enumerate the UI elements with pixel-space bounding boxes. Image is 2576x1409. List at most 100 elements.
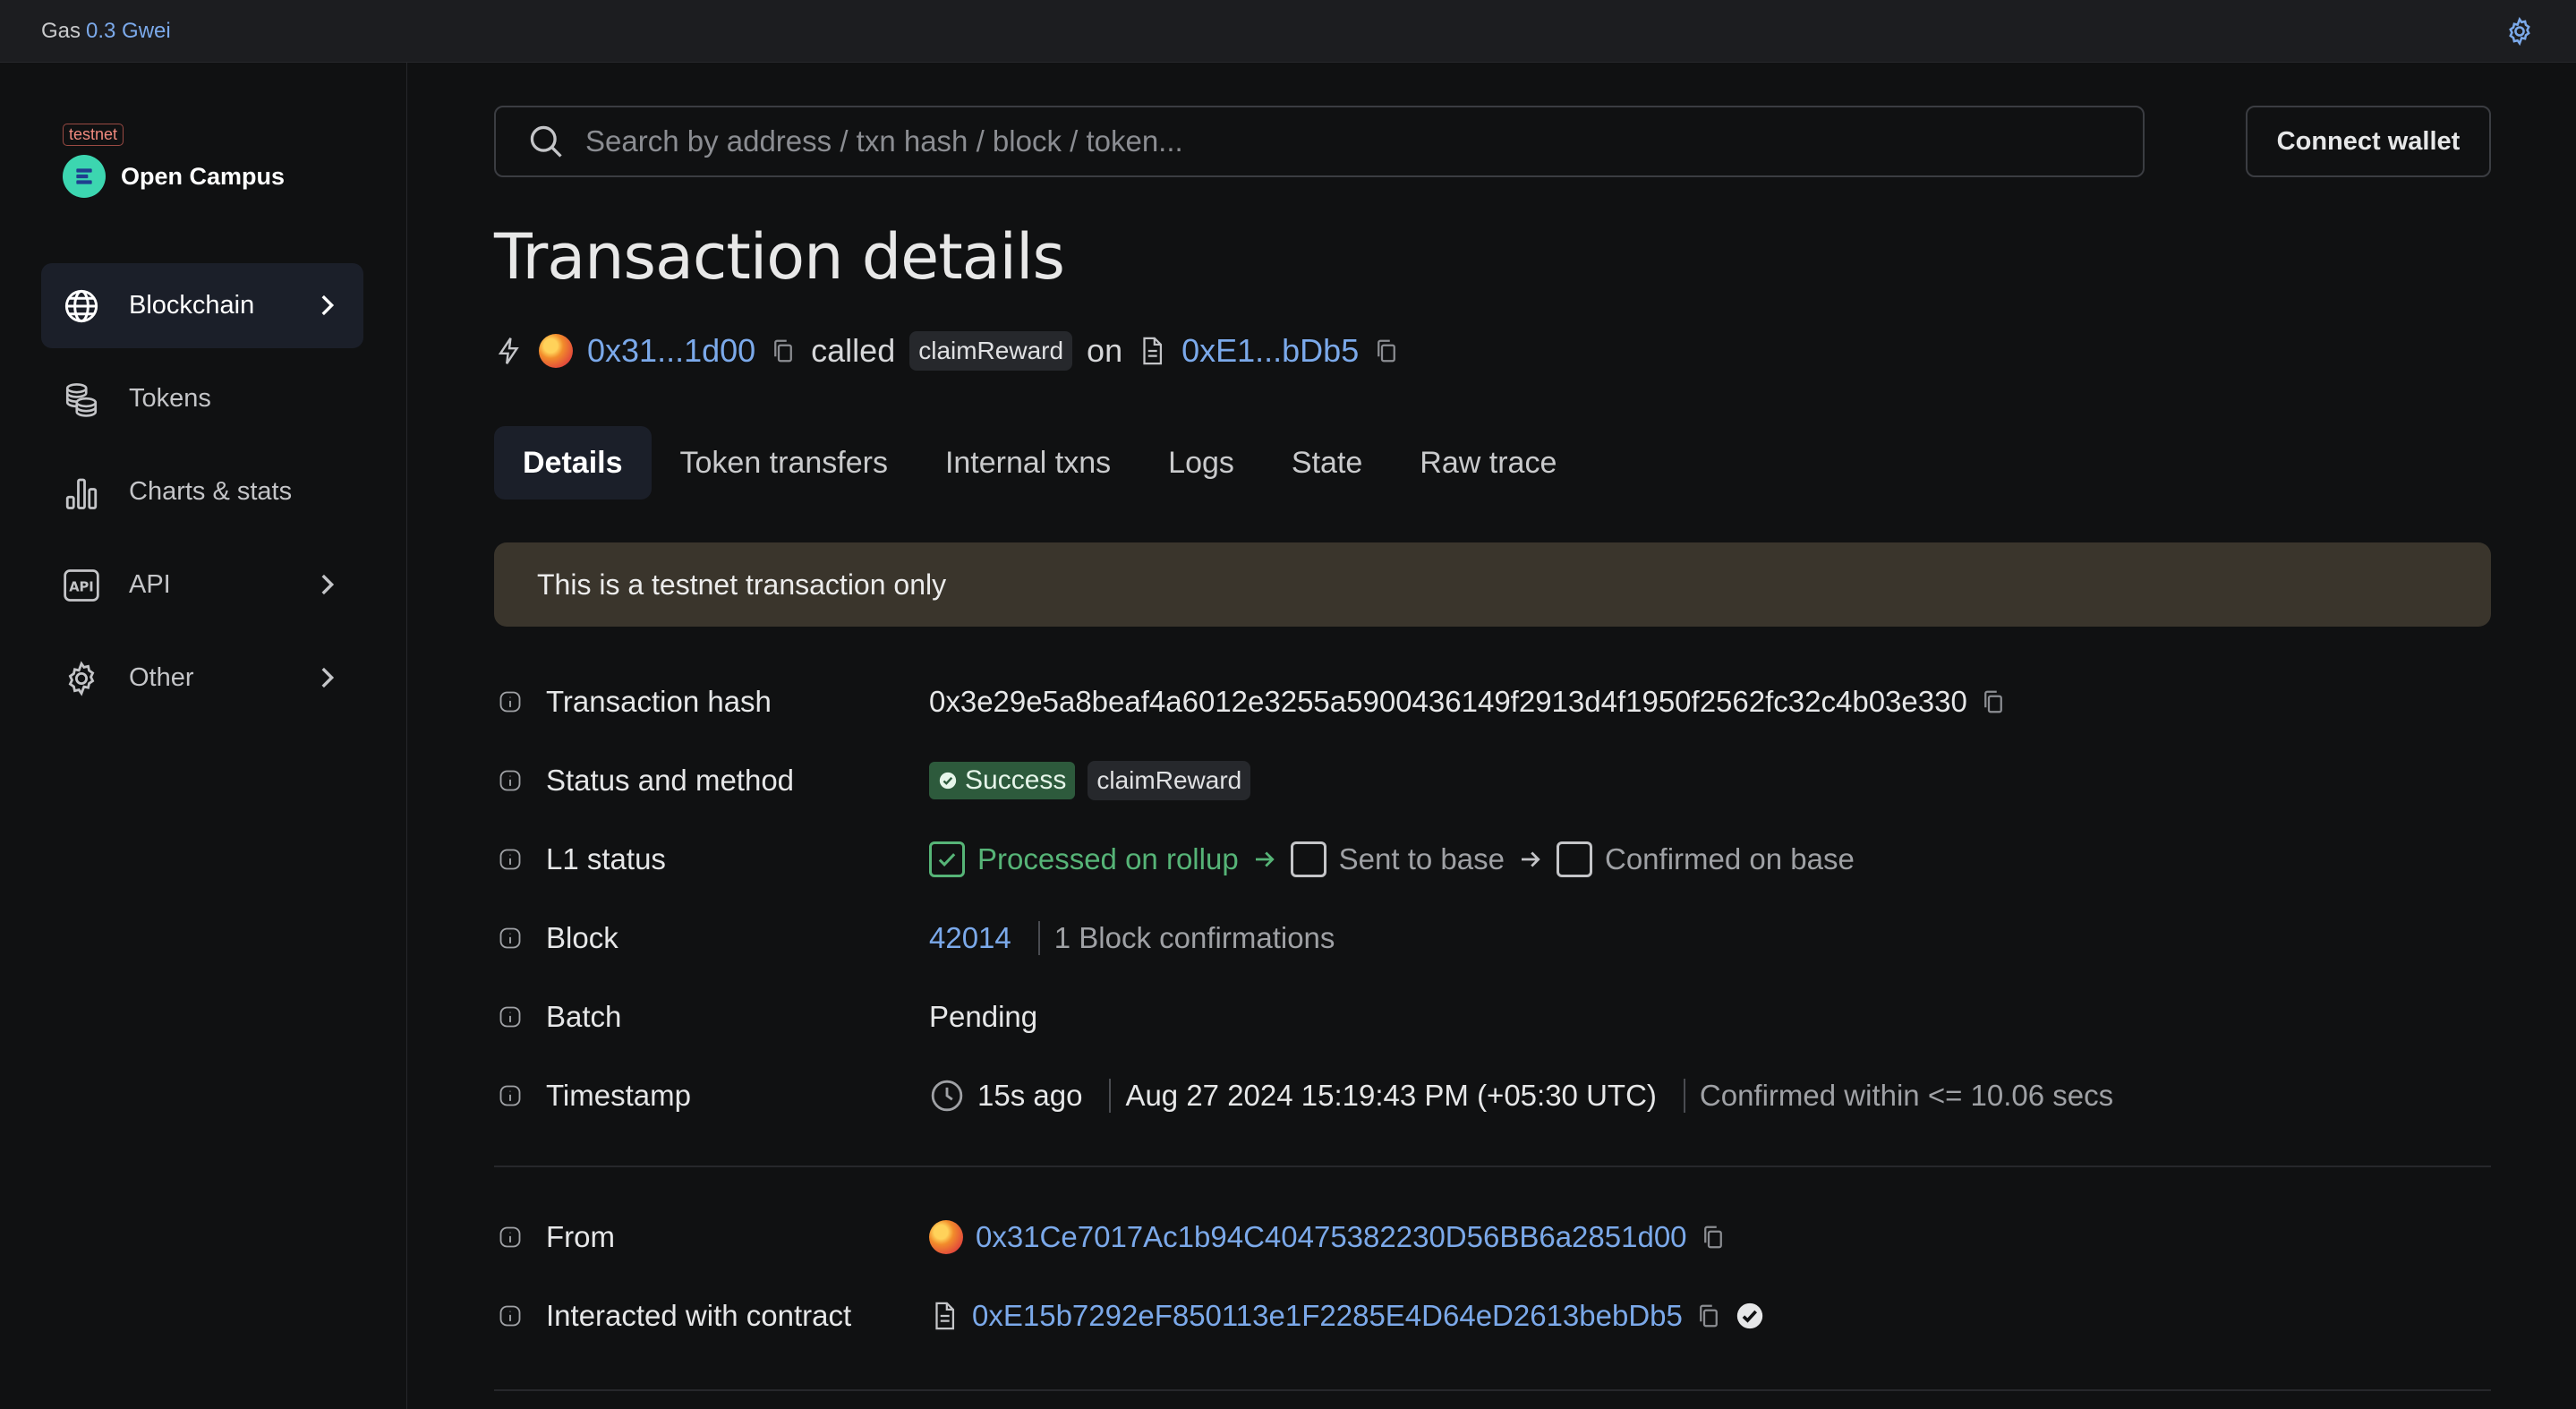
api-icon: API — [61, 565, 102, 606]
method-chip: claimReward — [909, 331, 1073, 371]
info-icon[interactable] — [498, 926, 523, 951]
called-text: called — [811, 332, 896, 369]
verified-check-icon — [1736, 1302, 1763, 1329]
tab-raw-trace[interactable]: Raw trace — [1391, 426, 1585, 500]
info-icon[interactable] — [498, 768, 523, 793]
gas-value[interactable]: 0.3 Gwei — [86, 19, 171, 43]
method-chip: claimReward — [1088, 761, 1251, 800]
search-input[interactable] — [585, 124, 2107, 158]
contract-file-icon — [935, 1302, 955, 1330]
info-icon[interactable] — [498, 1004, 523, 1029]
chevron-right-icon — [321, 295, 335, 316]
from-address-link[interactable]: 0x31Ce7017Ac1b94C40475382230D56BB6a2851d… — [976, 1220, 1687, 1254]
from-address-link[interactable]: 0x31...1d00 — [587, 332, 755, 370]
l1-step-sent: Sent to base — [1338, 842, 1505, 875]
tab-token-transfers[interactable]: Token transfers — [652, 426, 917, 500]
brand-name: Open Campus — [121, 162, 286, 190]
block-number-link[interactable]: 42014 — [929, 921, 1011, 955]
tab-logs[interactable]: Logs — [1139, 426, 1263, 500]
search-icon — [530, 125, 562, 158]
coins-icon — [61, 379, 102, 420]
testnet-alert: This is a testnet transaction only — [494, 542, 2491, 627]
transaction-summary: 0x31...1d00 called claimReward on 0xE1..… — [494, 328, 1414, 374]
arrow-right-icon — [1521, 851, 1540, 867]
tab-details[interactable]: Details — [494, 426, 652, 500]
contract-address-link[interactable]: 0xE15b7292eF850113e1F2285E4D64eD2613bebD… — [972, 1299, 1683, 1333]
lightning-icon — [498, 337, 519, 364]
copy-icon[interactable] — [770, 337, 797, 364]
on-text: on — [1087, 332, 1123, 369]
batch-value: Pending — [929, 1000, 1038, 1033]
connect-wallet-button[interactable]: Connect wallet — [2246, 106, 2491, 177]
gas-price: Gas 0.3 Gwei — [41, 19, 171, 44]
separator — [1683, 1079, 1685, 1113]
copy-icon[interactable] — [1695, 1302, 1722, 1329]
row-label: Transaction hash — [546, 685, 772, 718]
clock-icon — [931, 1080, 963, 1112]
l1-step-processed: Processed on rollup — [977, 842, 1239, 875]
chevron-right-icon — [321, 574, 335, 595]
copy-icon[interactable] — [1980, 688, 2007, 715]
status-badge: Success — [929, 762, 1076, 799]
chevron-right-icon — [321, 667, 335, 688]
from-avatar — [929, 1220, 963, 1254]
contract-address-link[interactable]: 0xE1...bDb5 — [1181, 332, 1359, 370]
info-icon[interactable] — [498, 1303, 523, 1328]
row-block: Block 42014 1 Block confirmations — [494, 899, 2491, 978]
sidebar: testnet Open Campus Blockchain Tokens Ch… — [0, 63, 407, 1409]
svg-text:API: API — [69, 579, 94, 594]
info-icon[interactable] — [498, 1225, 523, 1250]
row-interacted-contract: Interacted with contract 0xE15b7292eF850… — [494, 1277, 2491, 1355]
sidebar-nav: Blockchain Tokens Charts & stats API API — [41, 263, 363, 729]
sidebar-item-api[interactable]: API API — [41, 542, 363, 628]
sidebar-item-blockchain[interactable]: Blockchain — [41, 263, 363, 348]
section-divider — [494, 1166, 2491, 1167]
info-icon[interactable] — [498, 689, 523, 714]
row-timestamp: Timestamp 15s ago Aug 27 2024 15:19:43 P… — [494, 1056, 2491, 1135]
sidebar-item-tokens[interactable]: Tokens — [41, 356, 363, 441]
row-label: Interacted with contract — [546, 1299, 852, 1332]
settings-gear-icon[interactable] — [2504, 16, 2535, 47]
row-label: From — [546, 1220, 615, 1253]
arrow-right-icon — [1255, 851, 1275, 867]
details-list: Transaction hash 0x3e29e5a8beaf4a6012e32… — [494, 662, 2491, 1355]
network-badge: testnet — [63, 124, 124, 146]
sidebar-item-label: API — [129, 570, 171, 599]
sidebar-item-label: Tokens — [129, 384, 211, 413]
bottom-divider — [494, 1389, 2491, 1391]
row-batch: Batch Pending — [494, 978, 2491, 1056]
tab-internal-txns[interactable]: Internal txns — [917, 426, 1139, 500]
copy-icon[interactable] — [1700, 1224, 1727, 1251]
row-transaction-hash: Transaction hash 0x3e29e5a8beaf4a6012e32… — [494, 662, 2491, 741]
contract-file-icon — [1143, 337, 1163, 365]
open-campus-logo-icon — [63, 155, 106, 198]
gas-label: Gas — [41, 18, 81, 43]
step-unchecked-icon — [1290, 841, 1326, 877]
transaction-hash: 0x3e29e5a8beaf4a6012e3255a5900436149f291… — [929, 685, 1967, 718]
row-from: From 0x31Ce7017Ac1b94C40475382230D56BB6a… — [494, 1198, 2491, 1277]
row-label: L1 status — [546, 842, 666, 875]
row-l1-status: L1 status Processed on rollup Sent to ba… — [494, 820, 2491, 899]
sidebar-item-other[interactable]: Other — [41, 636, 363, 721]
brand[interactable]: testnet Open Campus — [63, 124, 285, 198]
copy-icon[interactable] — [1373, 337, 1400, 364]
info-icon[interactable] — [498, 1083, 523, 1108]
bar-chart-icon — [61, 472, 102, 513]
separator — [1109, 1079, 1112, 1113]
sidebar-item-label: Charts & stats — [129, 477, 293, 506]
search-bar[interactable] — [494, 106, 2145, 177]
from-avatar — [539, 334, 573, 368]
info-icon[interactable] — [498, 847, 523, 872]
step-unchecked-icon — [1556, 841, 1592, 877]
block-confirmations: 1 Block confirmations — [1053, 921, 1335, 954]
confirmed-within: Confirmed within <= 10.06 secs — [1699, 1079, 2114, 1112]
l1-step-confirmed: Confirmed on base — [1604, 842, 1855, 875]
sidebar-item-label: Other — [129, 663, 194, 692]
sidebar-item-charts-stats[interactable]: Charts & stats — [41, 449, 363, 534]
sidebar-item-label: Blockchain — [129, 291, 255, 320]
row-label: Batch — [546, 1000, 622, 1033]
status-text: Success — [965, 765, 1067, 795]
tab-state[interactable]: State — [1263, 426, 1391, 500]
check-circle-icon — [939, 772, 957, 790]
step-checked-icon — [929, 841, 965, 877]
